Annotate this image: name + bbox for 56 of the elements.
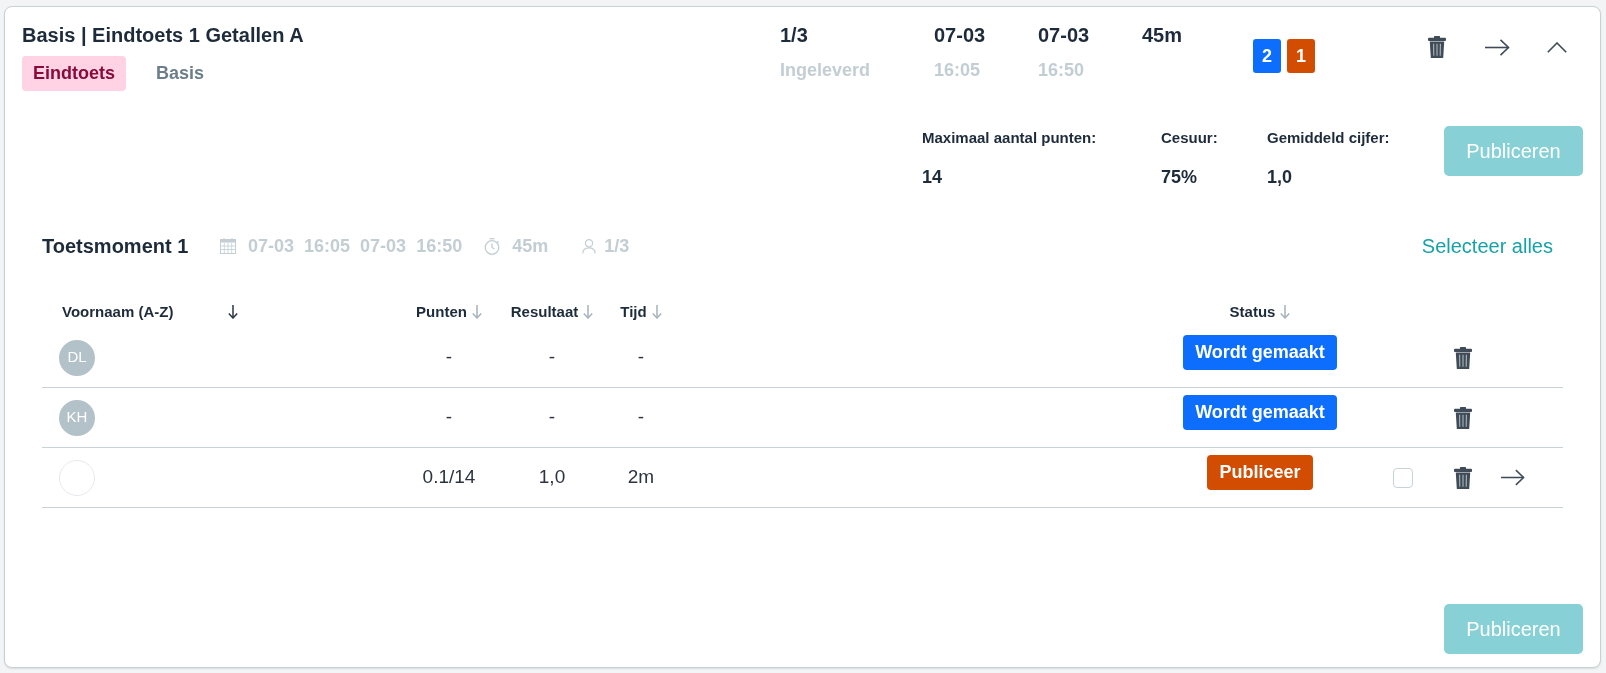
summary-caption: 16:05 xyxy=(934,60,981,80)
summary-caption: Ingeleverd xyxy=(780,60,871,80)
column-header[interactable]: Voornaam (A-Z) xyxy=(62,303,174,321)
column-header[interactable]: Status xyxy=(1229,303,1276,321)
user-icon xyxy=(582,238,597,254)
column-header[interactable]: Tijd xyxy=(620,303,647,321)
status-badge: Wordt gemaakt xyxy=(1183,394,1337,430)
trash-icon[interactable] xyxy=(1454,466,1472,489)
trash-icon[interactable] xyxy=(1454,406,1472,429)
result-value: - xyxy=(548,345,556,370)
sort-arrow-icon[interactable] xyxy=(228,305,238,319)
stat-value: 75% xyxy=(1161,167,1198,187)
trash-icon[interactable] xyxy=(1454,346,1472,369)
stat-label: Maximaal aantal punten: xyxy=(922,130,1097,146)
summary-value: 07-03 xyxy=(934,24,986,46)
start-date: 07-03 xyxy=(248,235,295,257)
status-badge: Publiceer xyxy=(1207,454,1313,490)
row-checkbox[interactable] xyxy=(1393,467,1413,488)
column-header[interactable]: Resultaat xyxy=(510,303,579,321)
avatar-initials: DL xyxy=(59,339,95,376)
end-time: 16:50 xyxy=(416,235,463,257)
summary-caption: 16:50 xyxy=(1038,60,1085,80)
count-badge: 2 xyxy=(1253,39,1281,73)
test-title: Basis | Eindtoets 1 Getallen A xyxy=(22,24,304,46)
count-badge: 1 xyxy=(1287,39,1315,73)
result-value: - xyxy=(548,405,556,430)
status-badge: Wordt gemaakt xyxy=(1183,334,1337,370)
arrow-right-icon[interactable] xyxy=(1501,469,1525,486)
summary-value: 1/3 xyxy=(780,24,808,46)
stat-label: Cesuur: xyxy=(1161,130,1218,146)
chevron-up-icon[interactable] xyxy=(1547,41,1567,53)
level-label: Basis xyxy=(156,62,205,85)
stat-label: Gemiddeld cijfer: xyxy=(1267,130,1390,146)
avatar-initials: KH xyxy=(59,399,95,436)
start-time: 16:05 xyxy=(304,235,351,257)
points-value: 0.1/14 xyxy=(422,465,476,490)
stat-value: 14 xyxy=(922,167,943,187)
session-title: Toetsmoment 1 xyxy=(42,235,189,257)
stat-value: 1,0 xyxy=(1267,167,1293,187)
points-value: - xyxy=(445,405,453,430)
calendar-icon xyxy=(220,238,236,254)
summary-value: 45m xyxy=(1142,24,1183,46)
duration-value: 45m xyxy=(512,235,549,257)
points-value: - xyxy=(445,345,453,370)
column-header[interactable]: Punten xyxy=(416,303,467,321)
arrow-right-icon[interactable] xyxy=(1485,38,1510,56)
summary-value: 07-03 xyxy=(1038,24,1090,46)
result-value: 1,0 xyxy=(538,465,566,490)
end-date: 07-03 xyxy=(360,235,407,257)
time-value: - xyxy=(637,405,645,430)
time-value: - xyxy=(637,345,645,370)
trash-icon[interactable] xyxy=(1428,36,1446,58)
time-value: 2m xyxy=(627,465,655,490)
test-type-tag: Eindtoets xyxy=(22,56,126,91)
participants-count: 1/3 xyxy=(604,235,630,257)
timer-icon xyxy=(484,237,501,255)
